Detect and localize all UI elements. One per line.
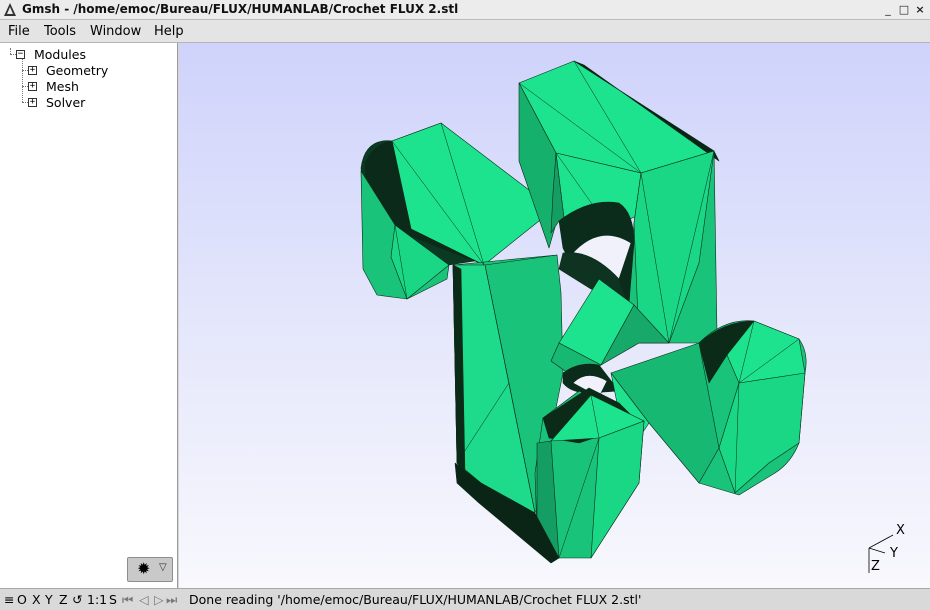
gmsh-window: Gmsh - /home/emoc/Bureau/FLUX/HUMANLAB/C… bbox=[0, 0, 930, 610]
menu-bar: File Tools Window Help bbox=[0, 20, 930, 43]
close-button[interactable]: × bbox=[912, 2, 928, 18]
view-y-button[interactable]: Y bbox=[45, 592, 53, 607]
view-s-button[interactable]: S bbox=[109, 592, 117, 607]
maximize-button[interactable]: □ bbox=[896, 2, 912, 18]
axis-z-label: Z bbox=[871, 559, 880, 574]
mesh-model: X Y Z bbox=[360, 60, 905, 574]
menu-toggle-icon[interactable]: ≡ bbox=[4, 592, 14, 607]
title-bar: Gmsh - /home/emoc/Bureau/FLUX/HUMANLAB/C… bbox=[0, 0, 930, 20]
prev-step-icon[interactable]: ◁ bbox=[139, 592, 149, 607]
axes-indicator: X Y Z bbox=[868, 523, 905, 574]
last-step-icon[interactable]: ⏭ bbox=[166, 592, 177, 608]
menu-tools[interactable]: Tools bbox=[44, 24, 76, 39]
tree-connector bbox=[22, 59, 23, 102]
tree-item-geometry[interactable]: Geometry bbox=[46, 63, 108, 78]
window-title: Gmsh - /home/emoc/Bureau/FLUX/HUMANLAB/C… bbox=[22, 2, 459, 16]
tree-expand-toggle[interactable]: + bbox=[28, 98, 37, 107]
minimize-button[interactable]: _ bbox=[880, 2, 896, 18]
view-origin-button[interactable]: O bbox=[17, 592, 27, 607]
first-step-icon[interactable]: ⏮ bbox=[122, 592, 133, 608]
module-tree: − Modules + Geometry + Mesh + Solver ✹ ▽ bbox=[0, 43, 178, 588]
tree-item-solver[interactable]: Solver bbox=[46, 95, 85, 110]
view-z-button[interactable]: Z bbox=[59, 592, 68, 607]
axis-y-label: Y bbox=[889, 546, 898, 561]
tree-item-modules[interactable]: Modules bbox=[34, 47, 86, 62]
tree-collapse-toggle[interactable]: − bbox=[16, 50, 25, 59]
menu-file[interactable]: File bbox=[8, 24, 30, 39]
tree-expand-toggle[interactable]: + bbox=[28, 66, 37, 75]
menu-window[interactable]: Window bbox=[90, 24, 141, 39]
axis-x-label: X bbox=[896, 523, 905, 538]
plugins-button[interactable]: ✹ ▽ bbox=[127, 557, 173, 582]
tree-expand-toggle[interactable]: + bbox=[28, 82, 37, 91]
graphics-viewport[interactable]: X Y Z bbox=[179, 43, 930, 588]
dropdown-arrow-icon: ▽ bbox=[159, 562, 167, 573]
next-step-icon[interactable]: ▷ bbox=[154, 592, 164, 607]
menu-help[interactable]: Help bbox=[154, 24, 184, 39]
scale-button[interactable]: 1:1 bbox=[87, 592, 107, 607]
tree-item-mesh[interactable]: Mesh bbox=[46, 79, 79, 94]
view-x-button[interactable]: X bbox=[32, 592, 41, 607]
gear-icon: ✹ bbox=[137, 559, 151, 578]
status-message: Done reading '/home/emoc/Bureau/FLUX/HUM… bbox=[189, 592, 642, 607]
gmsh-logo-icon bbox=[4, 3, 16, 16]
status-bar: ≡ O X Y Z ↺ 1:1 S ⏮ ◁ ▷ ⏭ Done reading '… bbox=[0, 588, 930, 610]
rotate-icon[interactable]: ↺ bbox=[72, 592, 82, 607]
